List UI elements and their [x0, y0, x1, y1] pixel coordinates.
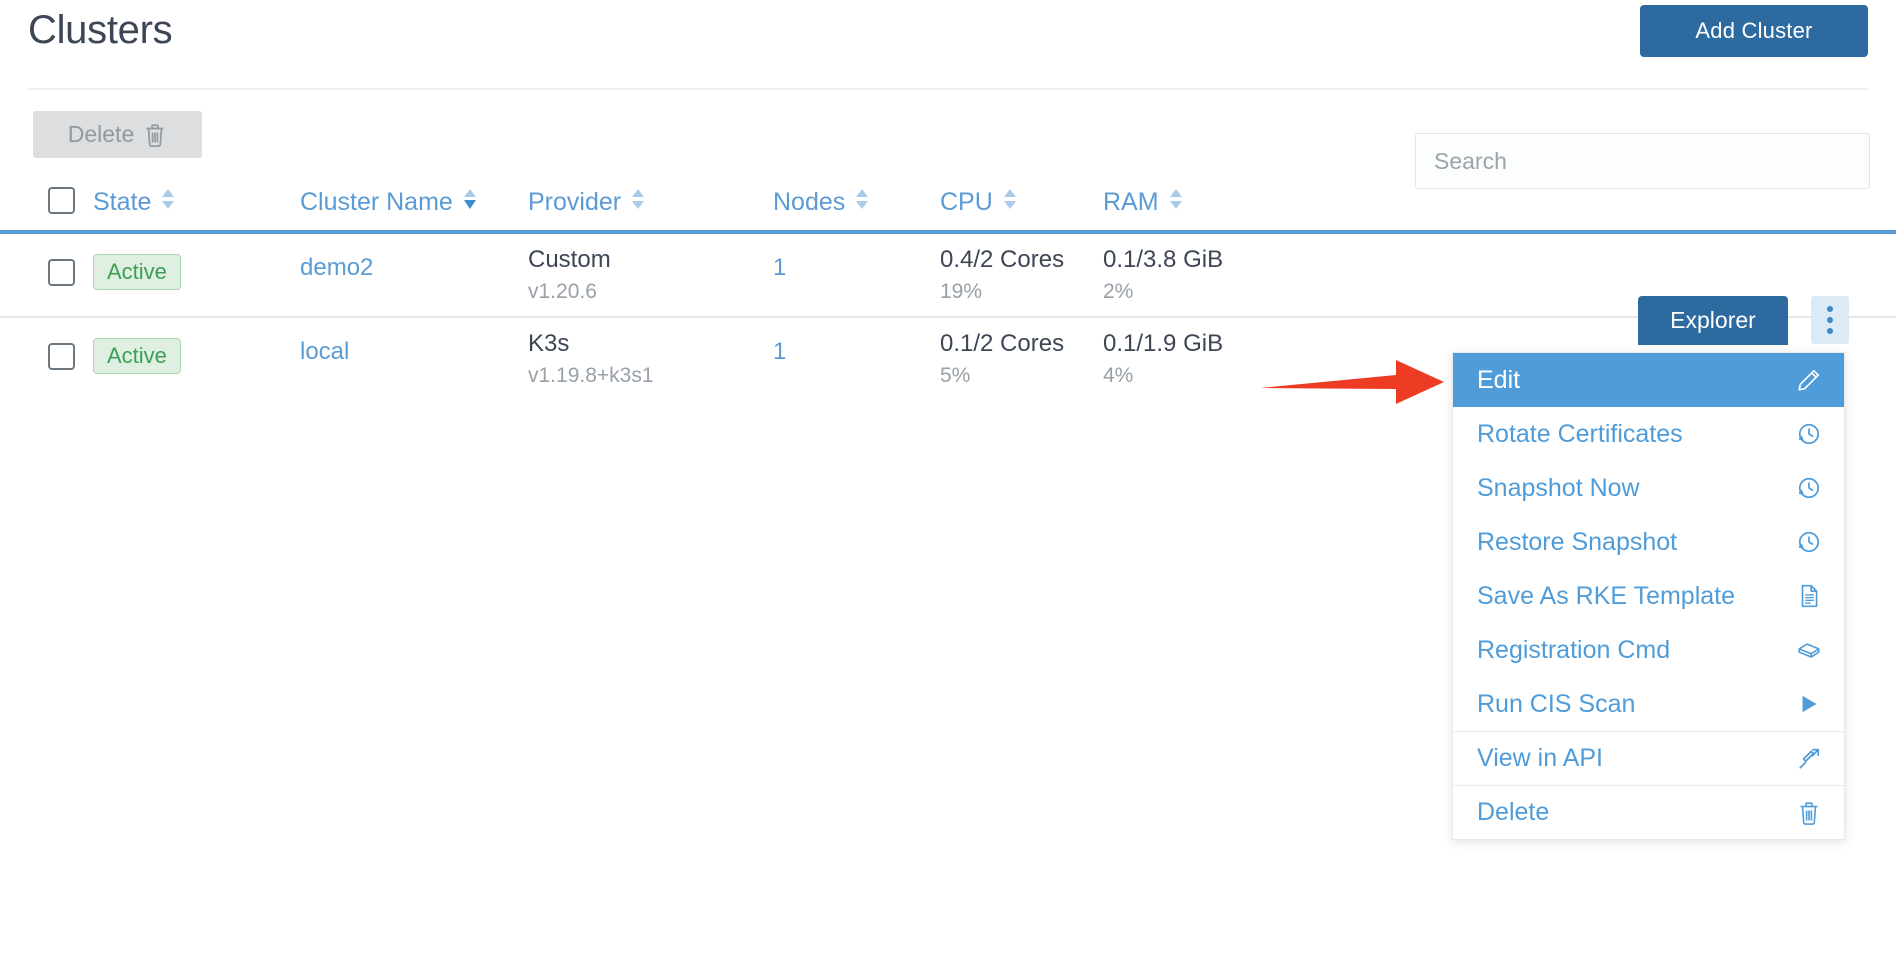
menu-item-registration-cmd[interactable]: Registration Cmd: [1453, 623, 1844, 677]
box-icon: [1796, 637, 1822, 663]
menu-item-label: Registration Cmd: [1477, 636, 1670, 665]
add-cluster-button[interactable]: Add Cluster: [1640, 5, 1868, 57]
column-header-provider-label: Provider: [528, 190, 621, 215]
sort-desc-icon: [461, 186, 479, 219]
provider-name: Custom: [528, 246, 611, 274]
table-row[interactable]: Active demo2 Custom v1.20.6 1 0.4/2 Core…: [0, 234, 1896, 318]
menu-item-label: Restore Snapshot: [1477, 528, 1677, 557]
menu-item-delete[interactable]: Delete: [1453, 785, 1844, 839]
external-link-icon: [1796, 746, 1822, 772]
column-header-cluster-name-label: Cluster Name: [300, 190, 453, 215]
document-icon: [1796, 583, 1822, 609]
menu-item-label: Edit: [1477, 366, 1520, 395]
status-badge: Active: [93, 254, 181, 290]
provider-version: v1.19.8+k3s1: [528, 364, 654, 388]
column-header-provider[interactable]: Provider: [528, 186, 647, 219]
menu-item-label: Snapshot Now: [1477, 474, 1640, 503]
column-header-ram-label: RAM: [1103, 190, 1159, 215]
column-header-cpu-label: CPU: [940, 190, 993, 215]
sort-both-icon: [629, 186, 647, 219]
table-header-row: State Cluster Name Provider Nodes: [0, 180, 1896, 234]
menu-item-label: View in API: [1477, 744, 1603, 773]
bulk-delete-button[interactable]: Delete: [33, 111, 202, 158]
nodes-link[interactable]: 1: [773, 338, 786, 366]
kebab-dot: [1827, 306, 1833, 312]
column-header-nodes-label: Nodes: [773, 190, 845, 215]
column-header-cluster-name[interactable]: Cluster Name: [300, 186, 479, 219]
menu-item-run-cis-scan[interactable]: Run CIS Scan: [1453, 677, 1844, 731]
column-header-state[interactable]: State: [93, 186, 177, 219]
provider-name: K3s: [528, 330, 569, 358]
menu-item-snapshot-now[interactable]: Snapshot Now: [1453, 461, 1844, 515]
cpu-percent: 5%: [940, 364, 970, 388]
table-toolbar: Delete: [0, 100, 1896, 180]
menu-item-restore-snapshot[interactable]: Restore Snapshot: [1453, 515, 1844, 569]
menu-item-label: Rotate Certificates: [1477, 420, 1683, 449]
column-header-nodes[interactable]: Nodes: [773, 186, 871, 219]
page-title: Clusters: [28, 8, 172, 53]
clusters-page: Clusters Add Cluster Delete State: [0, 0, 1896, 960]
ram-percent: 4%: [1103, 364, 1133, 388]
explorer-button[interactable]: Explorer: [1638, 296, 1788, 345]
menu-item-edit[interactable]: Edit: [1453, 353, 1844, 407]
kebab-dot: [1827, 328, 1833, 334]
history-clock-icon: [1796, 421, 1822, 447]
page-header: Clusters Add Cluster: [0, 0, 1896, 95]
ram-value: 0.1/1.9 GiB: [1103, 330, 1223, 358]
sort-both-icon: [853, 186, 871, 219]
kebab-dot: [1827, 317, 1833, 323]
history-clock-icon: [1796, 475, 1822, 501]
column-header-ram[interactable]: RAM: [1103, 186, 1185, 219]
nodes-link[interactable]: 1: [773, 254, 786, 282]
menu-item-view-in-api[interactable]: View in API: [1453, 731, 1844, 785]
trash-icon: [143, 122, 167, 148]
header-divider: [28, 88, 1868, 90]
menu-item-rotate-certificates[interactable]: Rotate Certificates: [1453, 407, 1844, 461]
row-checkbox[interactable]: [48, 259, 75, 286]
menu-item-save-as-rke-template[interactable]: Save As RKE Template: [1453, 569, 1844, 623]
cpu-value: 0.1/2 Cores: [940, 330, 1064, 358]
status-badge: Active: [93, 338, 181, 374]
sort-both-icon: [159, 186, 177, 219]
column-header-state-label: State: [93, 190, 151, 215]
bulk-delete-label: Delete: [68, 121, 134, 148]
provider-version: v1.20.6: [528, 280, 597, 304]
cpu-value: 0.4/2 Cores: [940, 246, 1064, 274]
cluster-name-link[interactable]: local: [300, 338, 349, 366]
menu-item-label: Run CIS Scan: [1477, 690, 1635, 719]
cluster-name-link[interactable]: demo2: [300, 254, 373, 282]
row-checkbox[interactable]: [48, 343, 75, 370]
cpu-percent: 19%: [940, 280, 982, 304]
sort-both-icon: [1001, 186, 1019, 219]
history-clock-icon: [1796, 529, 1822, 555]
ram-value: 0.1/3.8 GiB: [1103, 246, 1223, 274]
kebab-menu-icon[interactable]: [1811, 296, 1849, 344]
cluster-actions-menu: Edit Rotate Certificates Snapshot Now: [1452, 352, 1845, 840]
menu-item-label: Save As RKE Template: [1477, 582, 1735, 611]
sort-both-icon: [1167, 186, 1185, 219]
select-all-checkbox[interactable]: [48, 187, 75, 214]
trash-icon: [1796, 800, 1822, 826]
play-icon: [1796, 691, 1822, 717]
menu-item-label: Delete: [1477, 798, 1549, 827]
pencil-icon: [1796, 367, 1822, 393]
column-header-cpu[interactable]: CPU: [940, 186, 1019, 219]
ram-percent: 2%: [1103, 280, 1133, 304]
